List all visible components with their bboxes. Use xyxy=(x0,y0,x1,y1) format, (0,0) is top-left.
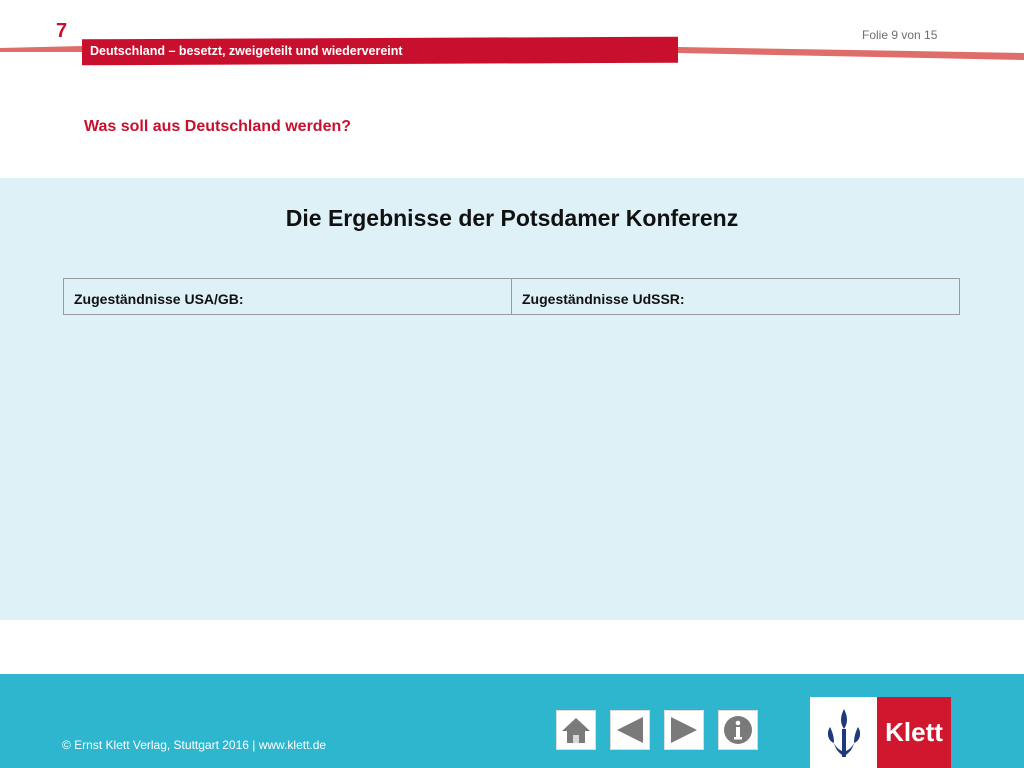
klett-wordmark: Klett xyxy=(877,697,951,768)
previous-slide-button[interactable] xyxy=(610,710,650,750)
next-slide-button[interactable] xyxy=(664,710,704,750)
table-header-usa-gb: Zugeständnisse USA/GB: xyxy=(74,291,244,307)
slide-question: Was soll aus Deutschland werden? xyxy=(84,118,352,135)
home-icon xyxy=(562,718,590,743)
table-header-udssr: Zugeständnisse UdSSR: xyxy=(511,279,959,314)
klett-emblem-icon xyxy=(810,697,877,768)
slide-counter: Folie 9 von 15 xyxy=(862,28,938,42)
copyright-text: © Ernst Klett Verlag, Stuttgart 2016 | w… xyxy=(62,738,327,752)
arrow-left-icon xyxy=(617,717,643,743)
info-icon xyxy=(724,716,752,744)
home-button[interactable] xyxy=(556,710,596,750)
content-panel xyxy=(0,178,1024,620)
concessions-table: Zugeständnisse USA/GB: Zugeständnisse Ud… xyxy=(63,278,960,315)
chapter-number: 7 xyxy=(56,20,68,42)
chapter-title: Deutschland – besetzt, zweigeteilt und w… xyxy=(90,44,403,58)
content-title: Die Ergebnisse der Potsdamer Konferenz xyxy=(285,205,739,231)
info-button[interactable] xyxy=(718,710,758,750)
klett-logo: Klett xyxy=(810,697,951,768)
arrow-right-icon xyxy=(671,717,697,743)
